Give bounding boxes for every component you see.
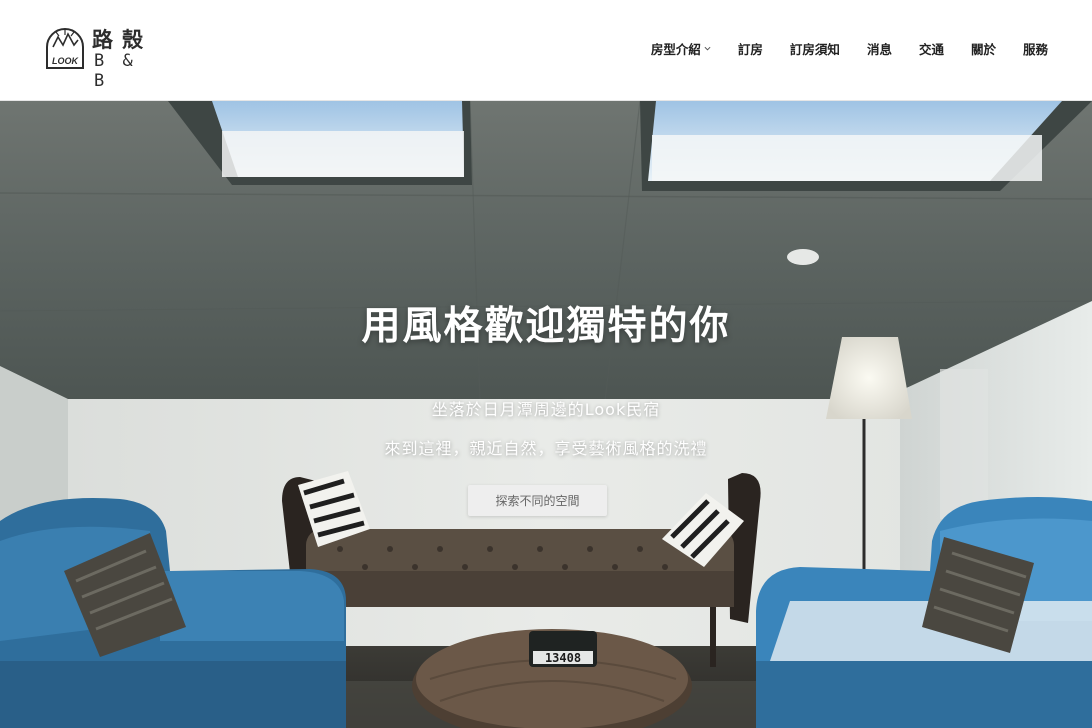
nav-item-booking[interactable]: 訂房	[738, 39, 763, 58]
site-header: LOOK 路殼 B & B 房型介紹 訂房 訂房須知 消息 交通 關於 服務	[0, 0, 1092, 101]
main-nav: 房型介紹 訂房 訂房須知 消息 交通 關於 服務	[651, 39, 1048, 58]
logo-mark-icon: LOOK	[46, 28, 84, 69]
hero-subtitle-location: 坐落於日月潭周邊的Look民宿	[431, 400, 661, 419]
hero-banner: 13408 用風格歡迎獨特的你 坐落於日月潭周邊的Look民宿 來到這裡，親近自…	[0, 101, 1092, 728]
logo-mark-text: LOOK	[52, 56, 79, 66]
site-logo[interactable]: LOOK 路殼 B & B	[44, 26, 164, 91]
hero-subtitle-tagline: 來到這裡，親近自然，享受藝術風格的洗禮	[384, 439, 708, 458]
table-number-text: 13408	[545, 651, 581, 665]
logo-english-name: B & B	[94, 51, 137, 91]
chevron-down-icon	[704, 46, 711, 51]
nav-item-transport[interactable]: 交通	[919, 39, 944, 58]
nav-item-news[interactable]: 消息	[867, 39, 892, 58]
nav-item-services[interactable]: 服務	[1023, 39, 1048, 58]
nav-item-rooms[interactable]: 房型介紹	[651, 39, 711, 58]
nav-item-booking-notice[interactable]: 訂房須知	[790, 39, 840, 58]
explore-spaces-button[interactable]: 探索不同的空間	[468, 485, 607, 516]
hero-title: 用風格歡迎獨特的你	[361, 304, 731, 349]
nav-item-about[interactable]: 關於	[971, 39, 996, 58]
logo-chinese-name: 路殼	[92, 27, 152, 52]
nav-item-rooms-label: 房型介紹	[650, 42, 701, 57]
